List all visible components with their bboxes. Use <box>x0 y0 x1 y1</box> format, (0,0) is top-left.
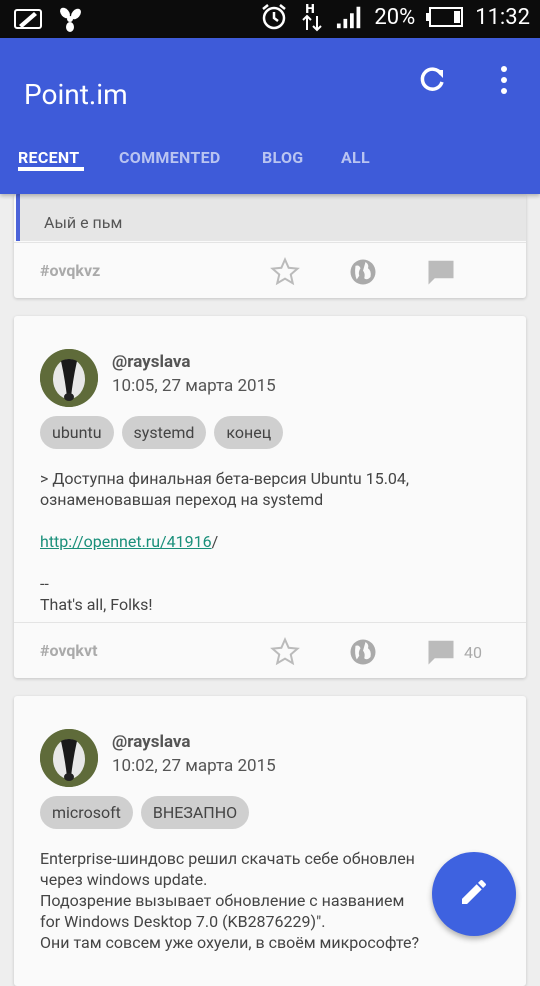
overflow-menu-icon[interactable] <box>490 62 518 98</box>
tag-chip[interactable]: ubuntu <box>40 416 114 449</box>
username[interactable]: @rayslava <box>112 732 191 752</box>
post-link-line: http://opennet.ru/41916/ <box>40 531 500 552</box>
tab-indicator <box>18 167 84 171</box>
tag-list: microsoft ВНЕЗАПНО <box>40 796 250 829</box>
hspa-data-icon: H <box>298 2 326 32</box>
comment-count: 40 <box>464 643 482 662</box>
post-id[interactable]: #ovqkvt <box>40 641 97 660</box>
post-text: > Доступна финальная бета-версия Ubuntu … <box>40 469 410 509</box>
tag-chip[interactable]: microsoft <box>40 796 133 829</box>
tab-label: BLOG <box>262 148 304 167</box>
pencil-icon <box>458 876 490 912</box>
svg-text:H: H <box>305 2 315 16</box>
post-card[interactable]: @rayslava 10:05, 27 марта 2015 ubuntu sy… <box>14 316 526 678</box>
post-signature: -- That's all, Folks! <box>40 574 153 614</box>
post-date: 10:02, 27 марта 2015 <box>112 756 276 776</box>
fan-app-icon <box>56 6 84 32</box>
tag-chip[interactable]: ВНЕЗАПНО <box>140 796 250 829</box>
post-id[interactable]: #ovqkvz <box>40 261 100 280</box>
avatar[interactable] <box>40 349 98 407</box>
comment-icon[interactable] <box>426 637 456 667</box>
tab-label: ALL <box>341 148 370 167</box>
star-icon[interactable] <box>270 637 300 667</box>
tab-blog[interactable]: BLOG <box>262 148 304 167</box>
link-tail: / <box>211 532 219 551</box>
app-title: Point.im <box>24 78 128 111</box>
refresh-icon[interactable] <box>414 62 450 98</box>
app-bar: Point.im RECENT COMMENTED BLOG ALL <box>0 38 540 194</box>
tab-all[interactable]: ALL <box>341 148 370 167</box>
post-footer: #ovqkvz <box>14 242 526 298</box>
tab-label: COMMENTED <box>119 148 221 167</box>
username[interactable]: @rayslava <box>112 352 191 372</box>
post-card[interactable]: @rayslava 10:02, 27 марта 2015 microsoft… <box>14 696 526 986</box>
tab-bar: RECENT COMMENTED BLOG ALL <box>0 142 540 182</box>
signal-icon <box>336 4 364 30</box>
star-icon[interactable] <box>270 257 300 287</box>
post-link[interactable]: http://opennet.ru/41916 <box>40 532 212 551</box>
tab-recent[interactable]: RECENT <box>18 148 84 171</box>
avatar[interactable] <box>40 729 98 787</box>
post-date: 10:05, 27 марта 2015 <box>112 376 276 396</box>
tag-chip[interactable]: конец <box>214 416 284 449</box>
battery-percent: 20% <box>374 4 416 30</box>
edit-notification-icon <box>14 6 42 32</box>
globe-icon[interactable] <box>348 637 378 667</box>
alarm-icon <box>260 4 288 30</box>
tab-commented[interactable]: COMMENTED <box>119 148 221 167</box>
battery-icon <box>425 4 465 30</box>
new-post-button[interactable] <box>432 852 516 936</box>
tag-chip[interactable]: systemd <box>121 416 207 449</box>
quote-text: Аый е пьм <box>44 213 123 232</box>
status-bar: H 20% 11:32 <box>0 0 540 38</box>
comment-icon[interactable] <box>426 257 456 287</box>
post-card[interactable]: Аый е пьм #ovqkvz <box>14 194 526 298</box>
globe-icon[interactable] <box>348 257 378 287</box>
tab-label: RECENT <box>18 148 80 167</box>
quoted-comment: Аый е пьм <box>16 194 526 241</box>
post-footer: #ovqkvt 40 <box>14 622 526 678</box>
tag-list: ubuntu systemd конец <box>40 416 284 449</box>
clock: 11:32 <box>475 4 530 30</box>
